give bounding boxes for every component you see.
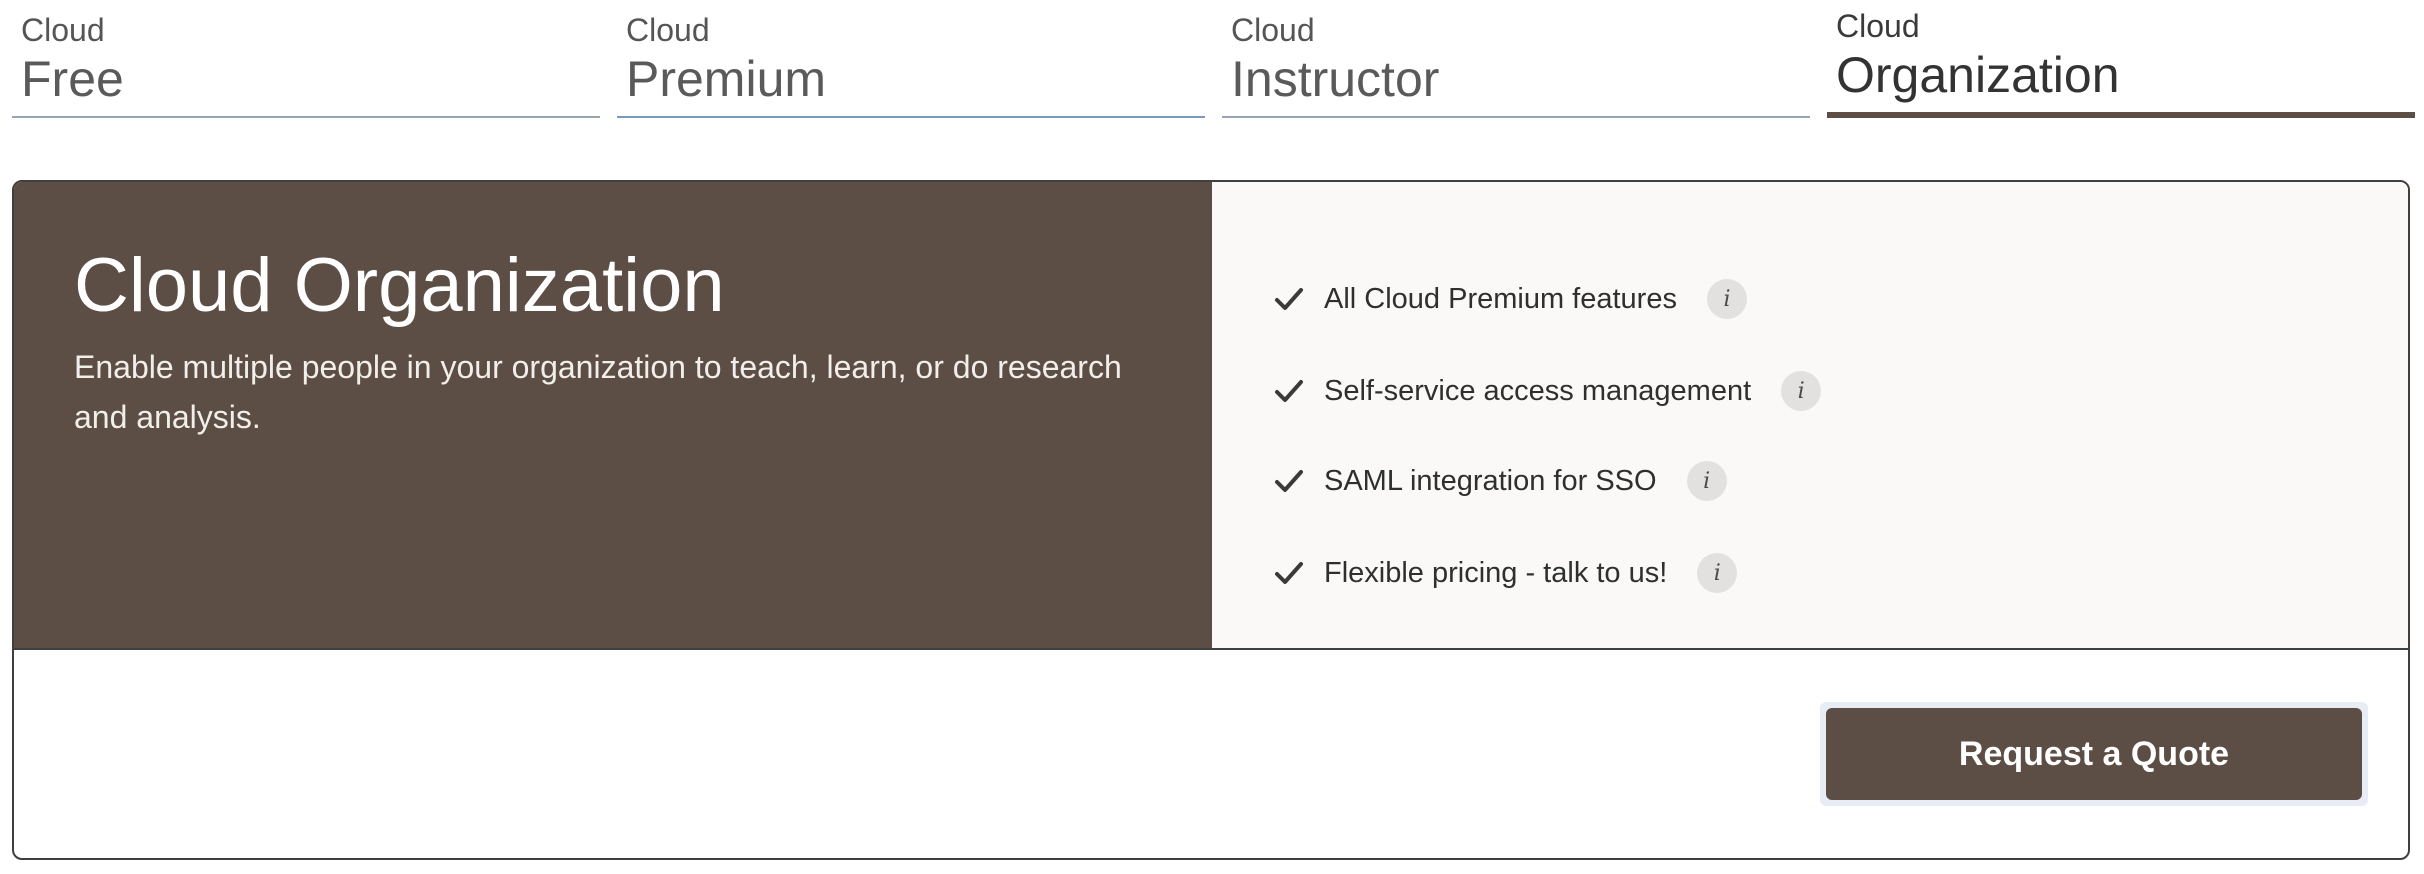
tab-cloud-free[interactable]: Cloud Free <box>12 0 600 118</box>
check-icon <box>1275 562 1303 584</box>
tab-cloud-premium[interactable]: Cloud Premium <box>617 0 1205 118</box>
tab-prefix-label: Cloud <box>1836 8 1920 44</box>
feature-item: Flexible pricing - talk to us! i <box>1274 548 1738 598</box>
info-icon[interactable]: i <box>1781 371 1822 411</box>
info-icon[interactable]: i <box>1706 279 1747 319</box>
tab-underline <box>1222 116 1810 118</box>
card-divider <box>14 648 2408 650</box>
plan-description: Enable multiple people in your organizat… <box>74 349 1122 435</box>
tab-prefix-label: Cloud <box>21 12 105 48</box>
tab-plan-name: Free <box>21 51 124 107</box>
check-icon <box>1275 470 1303 492</box>
tab-plan-name: Premium <box>626 51 827 107</box>
tab-plan-name: Organization <box>1836 47 2120 103</box>
plan-title: Cloud Organization <box>74 243 725 328</box>
plan-card: Cloud Organization Enable multiple peopl… <box>12 180 2410 860</box>
feature-item: Self-service access management i <box>1274 366 1822 416</box>
tab-underline <box>12 116 600 118</box>
feature-label: Self-service access management <box>1324 374 1752 407</box>
tab-active-underline <box>1827 112 2415 118</box>
info-icon[interactable]: i <box>1686 461 1727 501</box>
tab-prefix-label: Cloud <box>626 12 710 48</box>
tab-cloud-organization[interactable]: Cloud Organization <box>1827 0 2415 118</box>
feature-item: All Cloud Premium features i <box>1274 274 1747 324</box>
tab-underline <box>617 116 1205 118</box>
tab-cloud-instructor[interactable]: Cloud Instructor <box>1222 0 1810 118</box>
feature-item: SAML integration for SSO i <box>1274 456 1727 506</box>
check-icon <box>1275 380 1303 402</box>
tab-prefix-label: Cloud <box>1231 12 1315 48</box>
request-quote-button[interactable]: Request a Quote <box>1826 708 2362 800</box>
feature-label: All Cloud Premium features <box>1324 282 1677 315</box>
info-icon[interactable]: i <box>1697 553 1738 593</box>
plan-summary-panel: Cloud Organization Enable multiple peopl… <box>14 182 1212 648</box>
plan-tabs: Cloud Free Cloud Premium Cloud Instructo… <box>12 0 2415 122</box>
tab-plan-name: Instructor <box>1231 51 1440 107</box>
check-icon <box>1275 288 1303 310</box>
feature-label: Flexible pricing - talk to us! <box>1324 556 1668 589</box>
feature-list-panel: All Cloud Premium features i Self-servic… <box>1212 182 2408 648</box>
feature-label: SAML integration for SSO <box>1324 464 1657 497</box>
